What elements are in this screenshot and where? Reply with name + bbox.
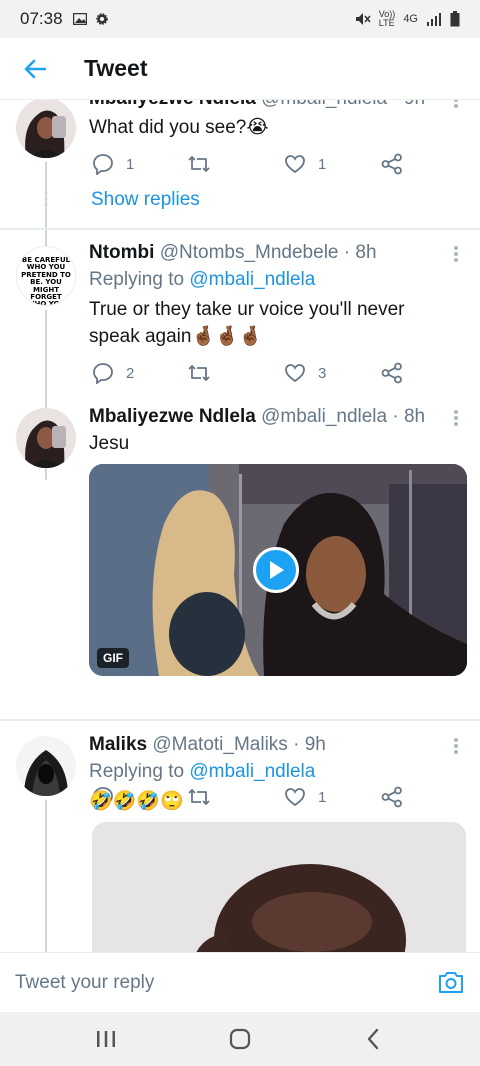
back-button[interactable]: [0, 38, 70, 100]
tweet-actions: 2 3: [89, 361, 419, 385]
share-action[interactable]: [381, 152, 403, 176]
like-action[interactable]: 3: [284, 361, 326, 385]
play-button[interactable]: [253, 547, 299, 593]
tweet-text: True or they take ur voice you'll never …: [89, 299, 405, 347]
thread-line: [45, 800, 47, 952]
retweet-icon: [188, 365, 210, 381]
battery-icon: [450, 11, 460, 27]
share-icon: [381, 362, 402, 384]
tweet-time: · 9h: [293, 734, 326, 755]
reply-composer[interactable]: Tweet your reply: [0, 952, 480, 1012]
tweet-content: Mbaliyezwe Ndlela @mbali_ndlela · 9h Wha…: [89, 100, 440, 141]
image-thumbnail: [92, 822, 466, 952]
avatar[interactable]: [16, 736, 76, 796]
tweet-text: Jesu: [89, 433, 130, 454]
reply-count: 2: [126, 364, 135, 382]
network-type: 4G: [403, 13, 418, 25]
home-icon[interactable]: [226, 1026, 254, 1052]
user-handle[interactable]: @mbali_ndlela: [261, 100, 387, 109]
tweet-text: 🤣🤣🤣🙄: [89, 791, 184, 812]
display-name[interactable]: Mbaliyezwe Ndlela: [89, 100, 256, 109]
mute-icon: [355, 13, 371, 25]
tweet-time: · 8h: [392, 406, 426, 427]
gif-media[interactable]: GIF: [89, 464, 467, 676]
tweet-time: · 8h: [343, 242, 377, 263]
retweet-action[interactable]: [187, 152, 211, 176]
play-icon: [270, 561, 284, 579]
tweet-content: Mbaliyezwe Ndlela @mbali_ndlela · 8h Jes…: [89, 404, 440, 457]
volte-indicator: Vo)) LTE: [378, 9, 396, 28]
thread-dots: [44, 191, 48, 207]
more-options-icon[interactable]: [452, 244, 460, 264]
show-replies-link[interactable]: Show replies: [91, 189, 200, 211]
replying-to: Replying to @mbali_ndlela: [89, 758, 440, 786]
user-handle[interactable]: @mbali_ndlela: [261, 406, 387, 427]
reply-icon: [93, 363, 113, 384]
user-handle[interactable]: @Ntombs_Mndebele: [160, 242, 339, 263]
display-name[interactable]: Maliks: [89, 734, 147, 755]
camera-icon[interactable]: [438, 970, 464, 994]
status-bar: 07:38 Vo)) LTE 4G: [0, 0, 480, 38]
more-options-icon[interactable]: [452, 100, 460, 110]
more-options-icon[interactable]: [452, 408, 460, 428]
tweet-header: Mbaliyezwe Ndlela @mbali_ndlela · 8h: [89, 404, 440, 430]
like-action[interactable]: 1: [284, 152, 326, 176]
display-name[interactable]: Mbaliyezwe Ndlela: [89, 406, 256, 427]
tweet-content: Maliks @Matoti_Maliks · 9h Replying to @…: [89, 732, 440, 815]
avatar[interactable]: BE CAREFUL WHO YOU PRETEND TO BE. YOU MI…: [16, 246, 76, 306]
tweet-header: Maliks @Matoti_Maliks · 9h: [89, 732, 440, 758]
app-bar: Tweet: [0, 38, 480, 100]
tweet-actions: 1 1: [89, 152, 419, 176]
settings-notification-icon: [95, 13, 108, 25]
avatar-quote-text: BE CAREFUL WHO YOU PRETEND TO BE. YOU MI…: [21, 256, 71, 306]
reply-action[interactable]: 1: [92, 152, 134, 176]
gif-badge: GIF: [97, 648, 129, 668]
more-options-icon[interactable]: [452, 736, 460, 756]
signal-icon: [427, 13, 441, 26]
reply-icon: [93, 154, 113, 175]
divider: [0, 228, 480, 230]
image-media[interactable]: [92, 822, 466, 952]
display-name[interactable]: Ntombi: [89, 242, 154, 263]
back-nav-icon[interactable]: [360, 1026, 388, 1052]
replying-to-handle[interactable]: @mbali_ndlela: [189, 761, 315, 782]
avatar[interactable]: [16, 408, 76, 468]
heart-icon: [285, 155, 305, 174]
divider: [0, 719, 480, 721]
page-title: Tweet: [84, 55, 148, 81]
retweet-action[interactable]: [187, 361, 211, 385]
tweet-text: What did you see?😭: [89, 117, 269, 138]
reply-count: 1: [126, 155, 135, 173]
share-icon: [381, 153, 402, 175]
replying-to-label: Replying to: [89, 761, 185, 782]
replying-to-label: Replying to: [89, 269, 185, 290]
recent-apps-icon[interactable]: [92, 1026, 120, 1052]
tweet-time: · 9h: [392, 100, 425, 109]
reply-action[interactable]: 2: [92, 361, 134, 385]
like-count: 1: [318, 155, 327, 173]
like-count: 3: [318, 364, 327, 382]
system-nav-bar: [0, 1012, 480, 1066]
avatar[interactable]: [16, 100, 76, 158]
tweet-header: Mbaliyezwe Ndlela @mbali_ndlela · 9h: [89, 100, 440, 112]
tweet-content: Ntombi @Ntombs_Mndebele · 8h Replying to…: [89, 240, 440, 350]
heart-icon: [285, 364, 305, 383]
tweet-header: Ntombi @Ntombs_Mndebele · 8h: [89, 240, 440, 266]
tweet-feed[interactable]: Mbaliyezwe Ndlela @mbali_ndlela · 9h Wha…: [0, 100, 480, 952]
status-right: Vo)) LTE 4G: [355, 10, 460, 28]
retweet-icon: [188, 156, 210, 172]
gallery-notification-icon: [72, 13, 87, 25]
reply-input[interactable]: Tweet your reply: [15, 972, 154, 994]
replying-to-handle[interactable]: @mbali_ndlela: [189, 269, 315, 290]
status-time: 07:38: [20, 9, 63, 28]
user-handle[interactable]: @Matoti_Maliks: [152, 734, 287, 755]
replying-to: Replying to @mbali_ndlela: [89, 266, 440, 294]
share-action[interactable]: [381, 361, 403, 385]
arrow-left-icon: [24, 59, 46, 78]
